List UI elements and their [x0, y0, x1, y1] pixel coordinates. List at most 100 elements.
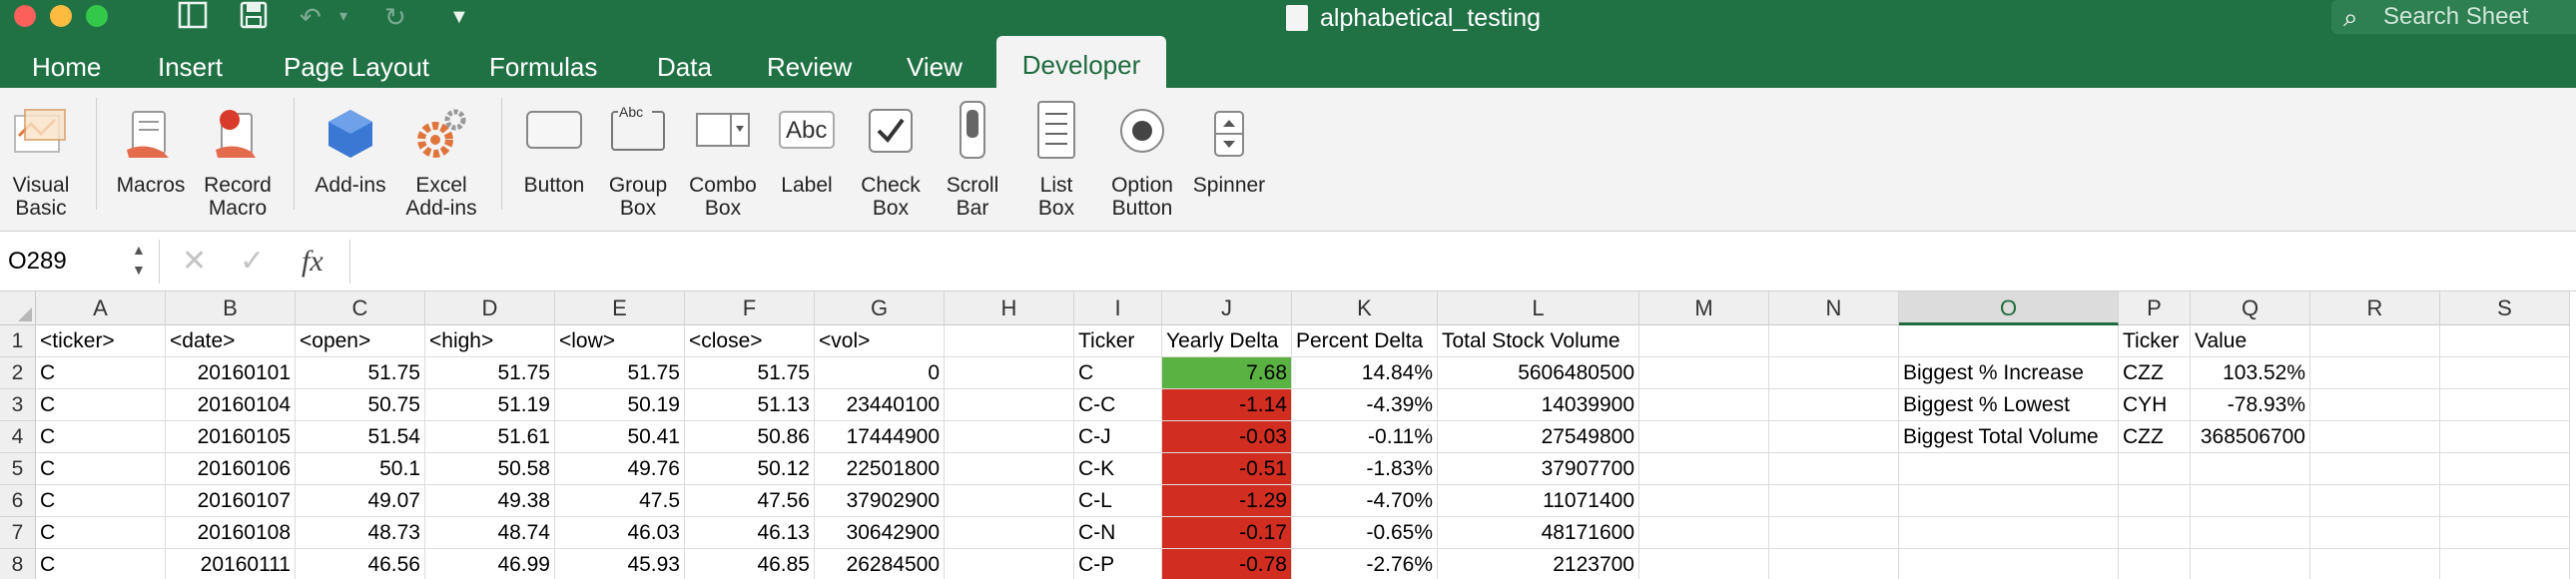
- cell-k6[interactable]: -4.70%: [1292, 485, 1438, 517]
- cell-f3[interactable]: 51.13: [685, 389, 815, 421]
- cell-m6[interactable]: [1639, 485, 1769, 517]
- cell-r6[interactable]: [2310, 485, 2440, 517]
- cell-r7[interactable]: [2310, 517, 2440, 549]
- cell-l5[interactable]: 37907700: [1438, 453, 1639, 485]
- cell-k8[interactable]: -2.76%: [1292, 549, 1438, 579]
- undo-icon[interactable]: ↶: [300, 1, 322, 33]
- cell-j3[interactable]: -1.14: [1162, 389, 1292, 421]
- macros-button[interactable]: Macros: [110, 88, 192, 232]
- cell-d3[interactable]: 51.19: [425, 389, 555, 421]
- tab-insert[interactable]: Insert: [158, 36, 223, 88]
- cell-g3[interactable]: 23440100: [815, 389, 945, 421]
- cell-s5[interactable]: [2440, 453, 2570, 485]
- cell-f7[interactable]: 46.13: [685, 517, 815, 549]
- cell-m1[interactable]: [1639, 325, 1769, 357]
- cell-n1[interactable]: [1769, 325, 1899, 357]
- cell-q3[interactable]: -78.93%: [2191, 389, 2310, 421]
- row-header-1[interactable]: 1: [0, 325, 36, 357]
- cell-c2[interactable]: 51.75: [296, 357, 425, 389]
- row-header-2[interactable]: 2: [0, 357, 36, 389]
- cell-d1[interactable]: <high>: [425, 325, 555, 357]
- cell-q7[interactable]: [2191, 517, 2310, 549]
- option-button-control[interactable]: Option Button: [1098, 88, 1186, 232]
- cell-f4[interactable]: 50.86: [685, 421, 815, 453]
- cell-a2[interactable]: C: [36, 357, 166, 389]
- cell-m5[interactable]: [1639, 453, 1769, 485]
- cell-j4[interactable]: -0.03: [1162, 421, 1292, 453]
- formula-input[interactable]: [349, 240, 2566, 284]
- group-box-control[interactable]: Abc Group Box: [599, 88, 677, 232]
- column-header-b[interactable]: B: [166, 291, 296, 325]
- cell-k5[interactable]: -1.83%: [1292, 453, 1438, 485]
- cell-s4[interactable]: [2440, 421, 2570, 453]
- cell-i8[interactable]: C-P: [1074, 549, 1162, 579]
- row-header-3[interactable]: 3: [0, 389, 36, 421]
- cell-e5[interactable]: 49.76: [555, 453, 685, 485]
- cell-j6[interactable]: -1.29: [1162, 485, 1292, 517]
- cell-l1[interactable]: Total Stock Volume: [1438, 325, 1639, 357]
- cell-b7[interactable]: 20160108: [166, 517, 296, 549]
- cancel-formula-icon[interactable]: ✕: [182, 242, 207, 282]
- cell-r2[interactable]: [2310, 357, 2440, 389]
- cell-n3[interactable]: [1769, 389, 1899, 421]
- cell-b1[interactable]: <date>: [166, 325, 296, 357]
- cell-n5[interactable]: [1769, 453, 1899, 485]
- cell-h6[interactable]: [945, 485, 1074, 517]
- cell-q2[interactable]: 103.52%: [2191, 357, 2310, 389]
- cell-f6[interactable]: 47.56: [685, 485, 815, 517]
- column-header-s[interactable]: S: [2440, 291, 2570, 325]
- cell-p8[interactable]: [2119, 549, 2191, 579]
- cell-c7[interactable]: 48.73: [296, 517, 425, 549]
- record-macro-button[interactable]: Record Macro: [194, 88, 282, 232]
- sidebar-toggle-icon[interactable]: [178, 1, 208, 36]
- form-button-control[interactable]: Button: [509, 88, 599, 232]
- cell-l6[interactable]: 11071400: [1438, 485, 1639, 517]
- cell-h7[interactable]: [945, 517, 1074, 549]
- column-header-p[interactable]: P: [2119, 291, 2191, 325]
- cell-a1[interactable]: <ticker>: [36, 325, 166, 357]
- row-header-7[interactable]: 7: [0, 517, 36, 549]
- cell-b6[interactable]: 20160107: [166, 485, 296, 517]
- cell-c5[interactable]: 50.1: [296, 453, 425, 485]
- insert-function-icon[interactable]: fx: [302, 242, 323, 282]
- cell-r3[interactable]: [2310, 389, 2440, 421]
- cell-q1[interactable]: Value: [2191, 325, 2310, 357]
- cell-k7[interactable]: -0.65%: [1292, 517, 1438, 549]
- cell-s6[interactable]: [2440, 485, 2570, 517]
- cell-g4[interactable]: 17444900: [815, 421, 945, 453]
- cell-s8[interactable]: [2440, 549, 2570, 579]
- cell-s1[interactable]: [2440, 325, 2570, 357]
- search-sheet-input[interactable]: [2383, 0, 2573, 34]
- cell-a6[interactable]: C: [36, 485, 166, 517]
- cell-o1[interactable]: [1899, 325, 2119, 357]
- cell-g6[interactable]: 37902900: [815, 485, 945, 517]
- cell-e8[interactable]: 45.93: [555, 549, 685, 579]
- tab-page-layout[interactable]: Page Layout: [284, 36, 429, 88]
- tab-developer[interactable]: Developer: [996, 36, 1166, 88]
- cell-e2[interactable]: 51.75: [555, 357, 685, 389]
- cell-b2[interactable]: 20160101: [166, 357, 296, 389]
- column-header-a[interactable]: A: [36, 291, 166, 325]
- tab-data[interactable]: Data: [657, 36, 712, 88]
- close-window-button[interactable]: [14, 5, 36, 27]
- column-header-r[interactable]: R: [2310, 291, 2440, 325]
- cell-o7[interactable]: [1899, 517, 2119, 549]
- cell-p3[interactable]: CYH: [2119, 389, 2191, 421]
- column-header-k[interactable]: K: [1292, 291, 1438, 325]
- cell-m4[interactable]: [1639, 421, 1769, 453]
- cell-a7[interactable]: C: [36, 517, 166, 549]
- row-header-6[interactable]: 6: [0, 485, 36, 517]
- cell-l3[interactable]: 14039900: [1438, 389, 1639, 421]
- add-ins-button[interactable]: Add-ins: [306, 88, 395, 232]
- cell-s3[interactable]: [2440, 389, 2570, 421]
- cell-j5[interactable]: -0.51: [1162, 453, 1292, 485]
- cell-m2[interactable]: [1639, 357, 1769, 389]
- cell-p7[interactable]: [2119, 517, 2191, 549]
- cell-b8[interactable]: 20160111: [166, 549, 296, 579]
- cell-i7[interactable]: C-N: [1074, 517, 1162, 549]
- cell-g5[interactable]: 22501800: [815, 453, 945, 485]
- cell-j8[interactable]: -0.78: [1162, 549, 1292, 579]
- cell-c4[interactable]: 51.54: [296, 421, 425, 453]
- column-header-q[interactable]: Q: [2191, 291, 2310, 325]
- cell-r5[interactable]: [2310, 453, 2440, 485]
